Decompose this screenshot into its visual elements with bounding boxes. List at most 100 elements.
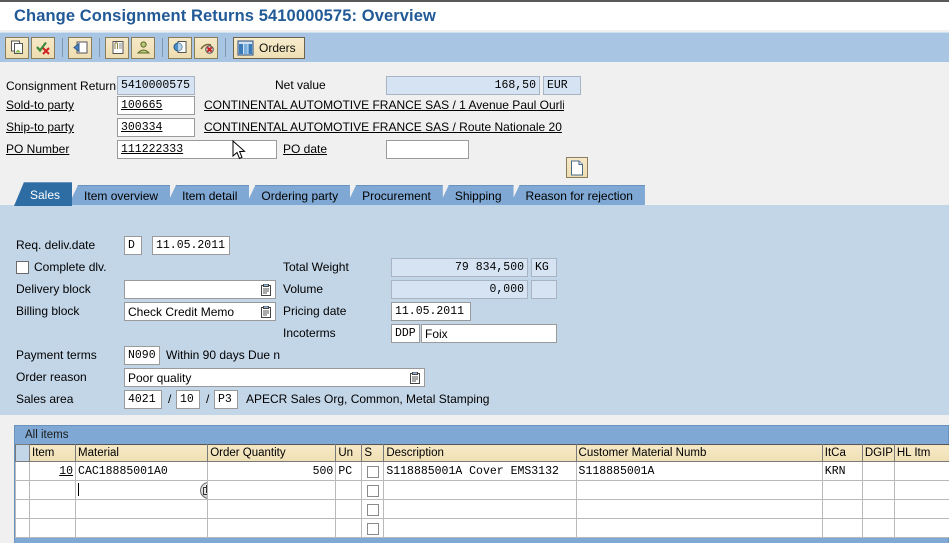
value-help-icon[interactable]: [200, 482, 207, 499]
tab-ordering-party[interactable]: Ordering party: [245, 185, 351, 206]
cell-order-quantity[interactable]: [207, 518, 337, 538]
tab-item-detail[interactable]: Item detail: [166, 185, 250, 206]
ship-to-party-field[interactable]: 300334: [117, 118, 195, 137]
incoterms-code-field[interactable]: DDP: [391, 324, 420, 343]
row-checkbox[interactable]: [366, 504, 379, 516]
cell-un[interactable]: PC: [335, 461, 363, 481]
partner-icon-button[interactable]: [131, 36, 155, 59]
cell-description[interactable]: [383, 480, 577, 500]
cell-item[interactable]: [28, 499, 77, 519]
row-selector[interactable]: [15, 480, 30, 500]
cell-order-quantity[interactable]: [207, 499, 337, 519]
column-header-dgip[interactable]: DGIP: [861, 444, 895, 462]
division-field[interactable]: P3: [214, 390, 238, 409]
billing-block-dropdown-icon[interactable]: [259, 304, 272, 319]
column-header-item[interactable]: Item: [28, 444, 77, 462]
table-row[interactable]: [15, 499, 949, 519]
column-header-hl-itm[interactable]: HL Itm: [893, 444, 949, 462]
application-toolbar: Orders: [0, 32, 949, 62]
select-all-header[interactable]: [15, 444, 30, 462]
row-selector[interactable]: [15, 499, 30, 519]
req-deliv-date-type-field[interactable]: D: [124, 236, 142, 255]
cell-material[interactable]: [75, 480, 209, 500]
sales-org-field[interactable]: 4021: [124, 390, 162, 409]
table-row[interactable]: [15, 518, 949, 538]
cell-order-quantity[interactable]: 500: [207, 461, 337, 481]
cell-item[interactable]: 10: [28, 461, 77, 481]
cell-item[interactable]: [28, 480, 77, 500]
cell-order-quantity[interactable]: [207, 480, 337, 500]
cell-item[interactable]: [28, 518, 77, 538]
row-checkbox[interactable]: [366, 523, 379, 535]
cell-un[interactable]: [335, 499, 363, 519]
order-reason-field[interactable]: Poor quality: [124, 368, 425, 387]
cell-s[interactable]: [361, 461, 385, 481]
tab-shipping[interactable]: Shipping: [438, 185, 514, 206]
row-checkbox[interactable]: [366, 466, 379, 478]
cell-hl-itm[interactable]: [893, 518, 949, 538]
check-cancel-icon-button[interactable]: [31, 36, 55, 59]
column-header-customer-material-numb[interactable]: Customer Material Numb: [575, 444, 823, 462]
po-number-field[interactable]: 111222333: [117, 140, 277, 159]
pricing-date-field[interactable]: 11.05.2011: [391, 302, 471, 321]
delivery-block-field[interactable]: [124, 280, 276, 299]
document-icon-button[interactable]: [566, 157, 588, 178]
cell-un[interactable]: [335, 480, 363, 500]
cell-hl-itm[interactable]: [893, 480, 949, 500]
cell-material[interactable]: [75, 518, 209, 538]
document-edit-icon-button[interactable]: [105, 36, 129, 59]
tab-item-overview[interactable]: Item overview: [68, 185, 171, 206]
page-title: Change Consignment Returns 5410000575: O…: [14, 6, 436, 25]
sales-area-label: Sales area: [16, 392, 74, 406]
cell-material[interactable]: CAC18885001A0: [75, 461, 209, 481]
cell-itca[interactable]: [821, 499, 863, 519]
row-selector[interactable]: [15, 518, 30, 538]
cell-s[interactable]: [361, 518, 385, 538]
sold-to-party-field[interactable]: 100665: [117, 96, 195, 115]
req-deliv-date-field[interactable]: 11.05.2011: [152, 236, 230, 255]
table-row[interactable]: [15, 480, 949, 500]
incoterms-text-field[interactable]: Foix: [421, 324, 557, 343]
cell-customer-material[interactable]: [575, 518, 823, 538]
tab-procurement[interactable]: Procurement: [346, 185, 443, 206]
distribution-channel-field[interactable]: 10: [176, 390, 200, 409]
cell-un[interactable]: [335, 518, 363, 538]
cell-customer-material[interactable]: [575, 499, 823, 519]
cell-customer-material[interactable]: S118885001A: [575, 461, 823, 481]
column-header-description[interactable]: Description: [383, 444, 577, 462]
cell-itca[interactable]: [821, 480, 863, 500]
cell-itca[interactable]: [821, 518, 863, 538]
back-arrow-icon-button[interactable]: [68, 36, 92, 59]
row-selector[interactable]: [15, 461, 30, 481]
reject-icon-button[interactable]: [194, 36, 218, 59]
delivery-block-dropdown-icon[interactable]: [259, 282, 272, 297]
cell-material[interactable]: [75, 499, 209, 519]
consignment-return-field[interactable]: 5410000575: [117, 76, 195, 95]
column-header-un[interactable]: Un: [335, 444, 363, 462]
tab-sales[interactable]: Sales: [14, 182, 73, 206]
cell-s[interactable]: [361, 480, 385, 500]
billing-block-field[interactable]: Check Credit Memo: [124, 302, 276, 321]
cell-description[interactable]: [383, 518, 577, 538]
cell-hl-itm[interactable]: [893, 499, 949, 519]
table-row[interactable]: 10 CAC18885001A0 500 PC S118885001A Cove…: [15, 461, 949, 481]
cell-itca[interactable]: KRN: [821, 461, 863, 481]
cell-description[interactable]: S118885001A Cover EMS3132: [383, 461, 577, 481]
po-date-field[interactable]: [386, 140, 469, 159]
column-header-itca[interactable]: ItCa: [821, 444, 863, 462]
complete-dlv-checkbox[interactable]: [16, 260, 29, 274]
payment-terms-code-field[interactable]: N090: [124, 346, 160, 365]
order-reason-dropdown-icon[interactable]: [408, 370, 421, 385]
column-header-s[interactable]: S: [361, 444, 385, 462]
row-checkbox[interactable]: [366, 485, 379, 497]
column-header-order-quantity[interactable]: Order Quantity: [207, 444, 337, 462]
tab-reason-for-rejection[interactable]: Reason for rejection: [509, 185, 645, 206]
copy-icon-button[interactable]: [5, 36, 29, 59]
cell-hl-itm[interactable]: [893, 461, 949, 481]
cell-description[interactable]: [383, 499, 577, 519]
cell-s[interactable]: [361, 499, 385, 519]
cell-customer-material[interactable]: [575, 480, 823, 500]
column-header-material[interactable]: Material: [75, 444, 209, 462]
display-document-icon-button[interactable]: [168, 36, 192, 59]
orders-button[interactable]: Orders: [233, 36, 305, 59]
